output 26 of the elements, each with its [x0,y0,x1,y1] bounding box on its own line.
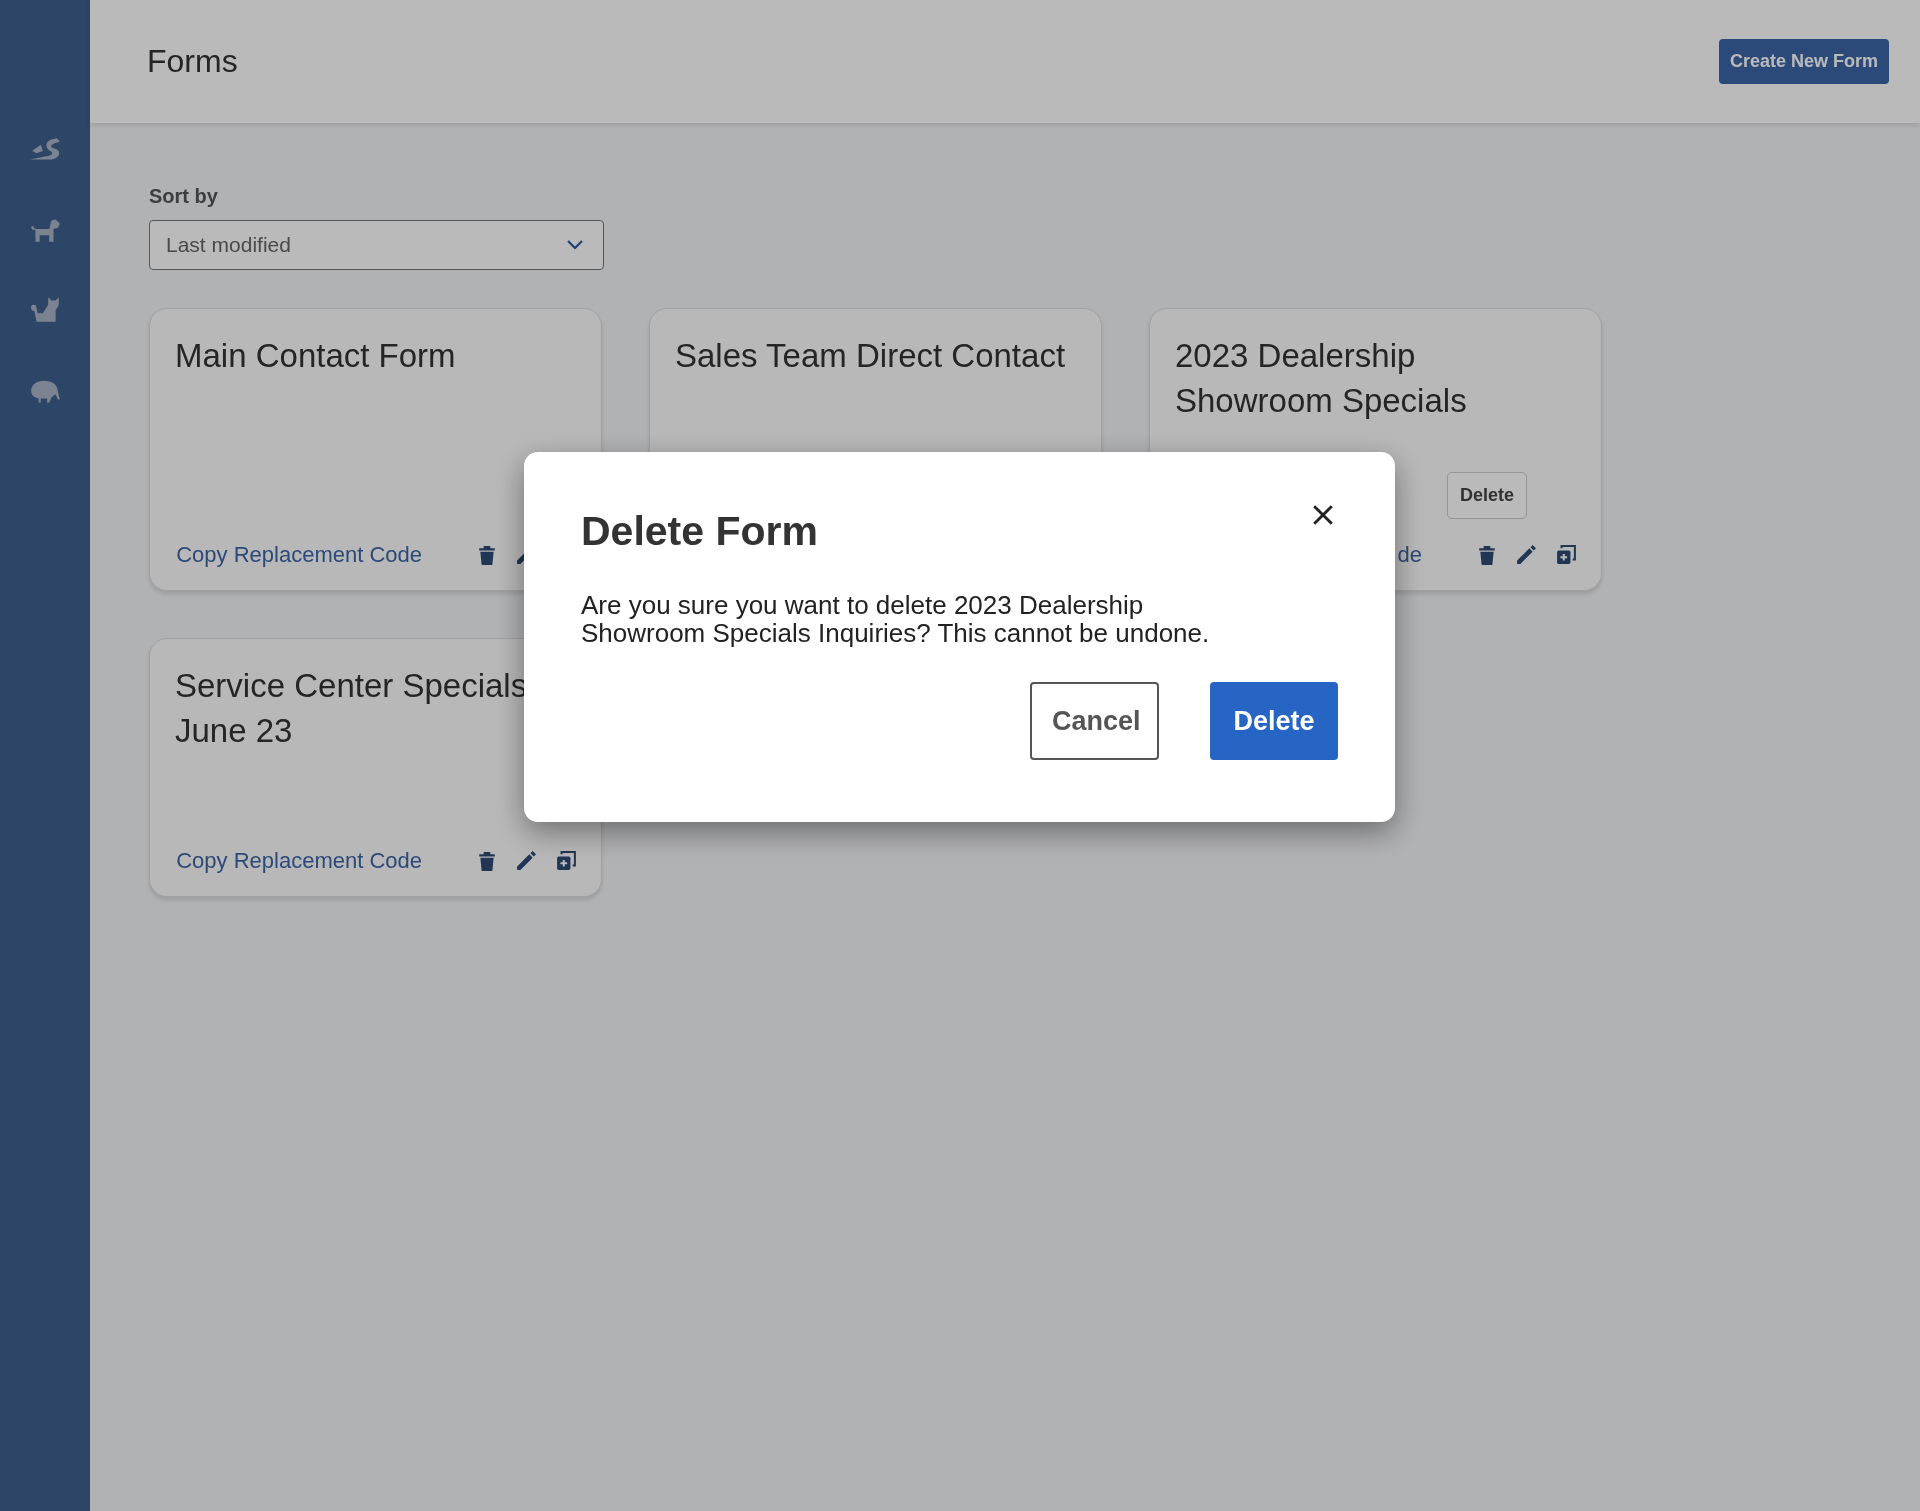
copy-plus-icon[interactable] [1556,545,1576,565]
dog-icon[interactable] [28,216,62,244]
chevron-down-icon [567,240,583,250]
pencil-icon[interactable] [516,851,536,871]
close-icon[interactable] [1312,504,1334,526]
form-title: 2023 Dealership Showroom Specials [1175,336,1468,421]
copy-replacement-code-link[interactable]: Copy Replacement Code [175,542,422,568]
pencil-icon[interactable] [1516,545,1536,565]
sort-dropdown[interactable]: Last modified [149,220,604,270]
trash-icon[interactable] [1478,545,1496,565]
sort-by-label: Sort by [149,185,219,208]
copy-plus-icon[interactable] [556,851,576,871]
dialog-title: Delete Form [581,508,818,555]
form-title: Service Center Specials June 23 [175,666,529,751]
form-title: Sales Team Direct Contact [675,336,1067,376]
trash-icon[interactable] [478,545,496,565]
tooltip: Delete [1447,472,1527,519]
page-title: Forms [147,43,238,80]
copy-replacement-code-link[interactable]: Copy Replacement Code [175,848,422,874]
create-new-form-button[interactable]: Create New Form [1718,39,1889,84]
dialog-message: Are you sure you want to delete 2023 Dealership Showroom Specials Inquiries? This cannot be undone. [581,591,1211,647]
delete-button[interactable]: Delete [1210,682,1338,760]
cat-icon[interactable] [28,296,62,324]
trash-icon[interactable] [478,851,496,871]
form-title: Main Contact Form [175,336,457,376]
cancel-button[interactable]: Cancel [1030,682,1159,760]
